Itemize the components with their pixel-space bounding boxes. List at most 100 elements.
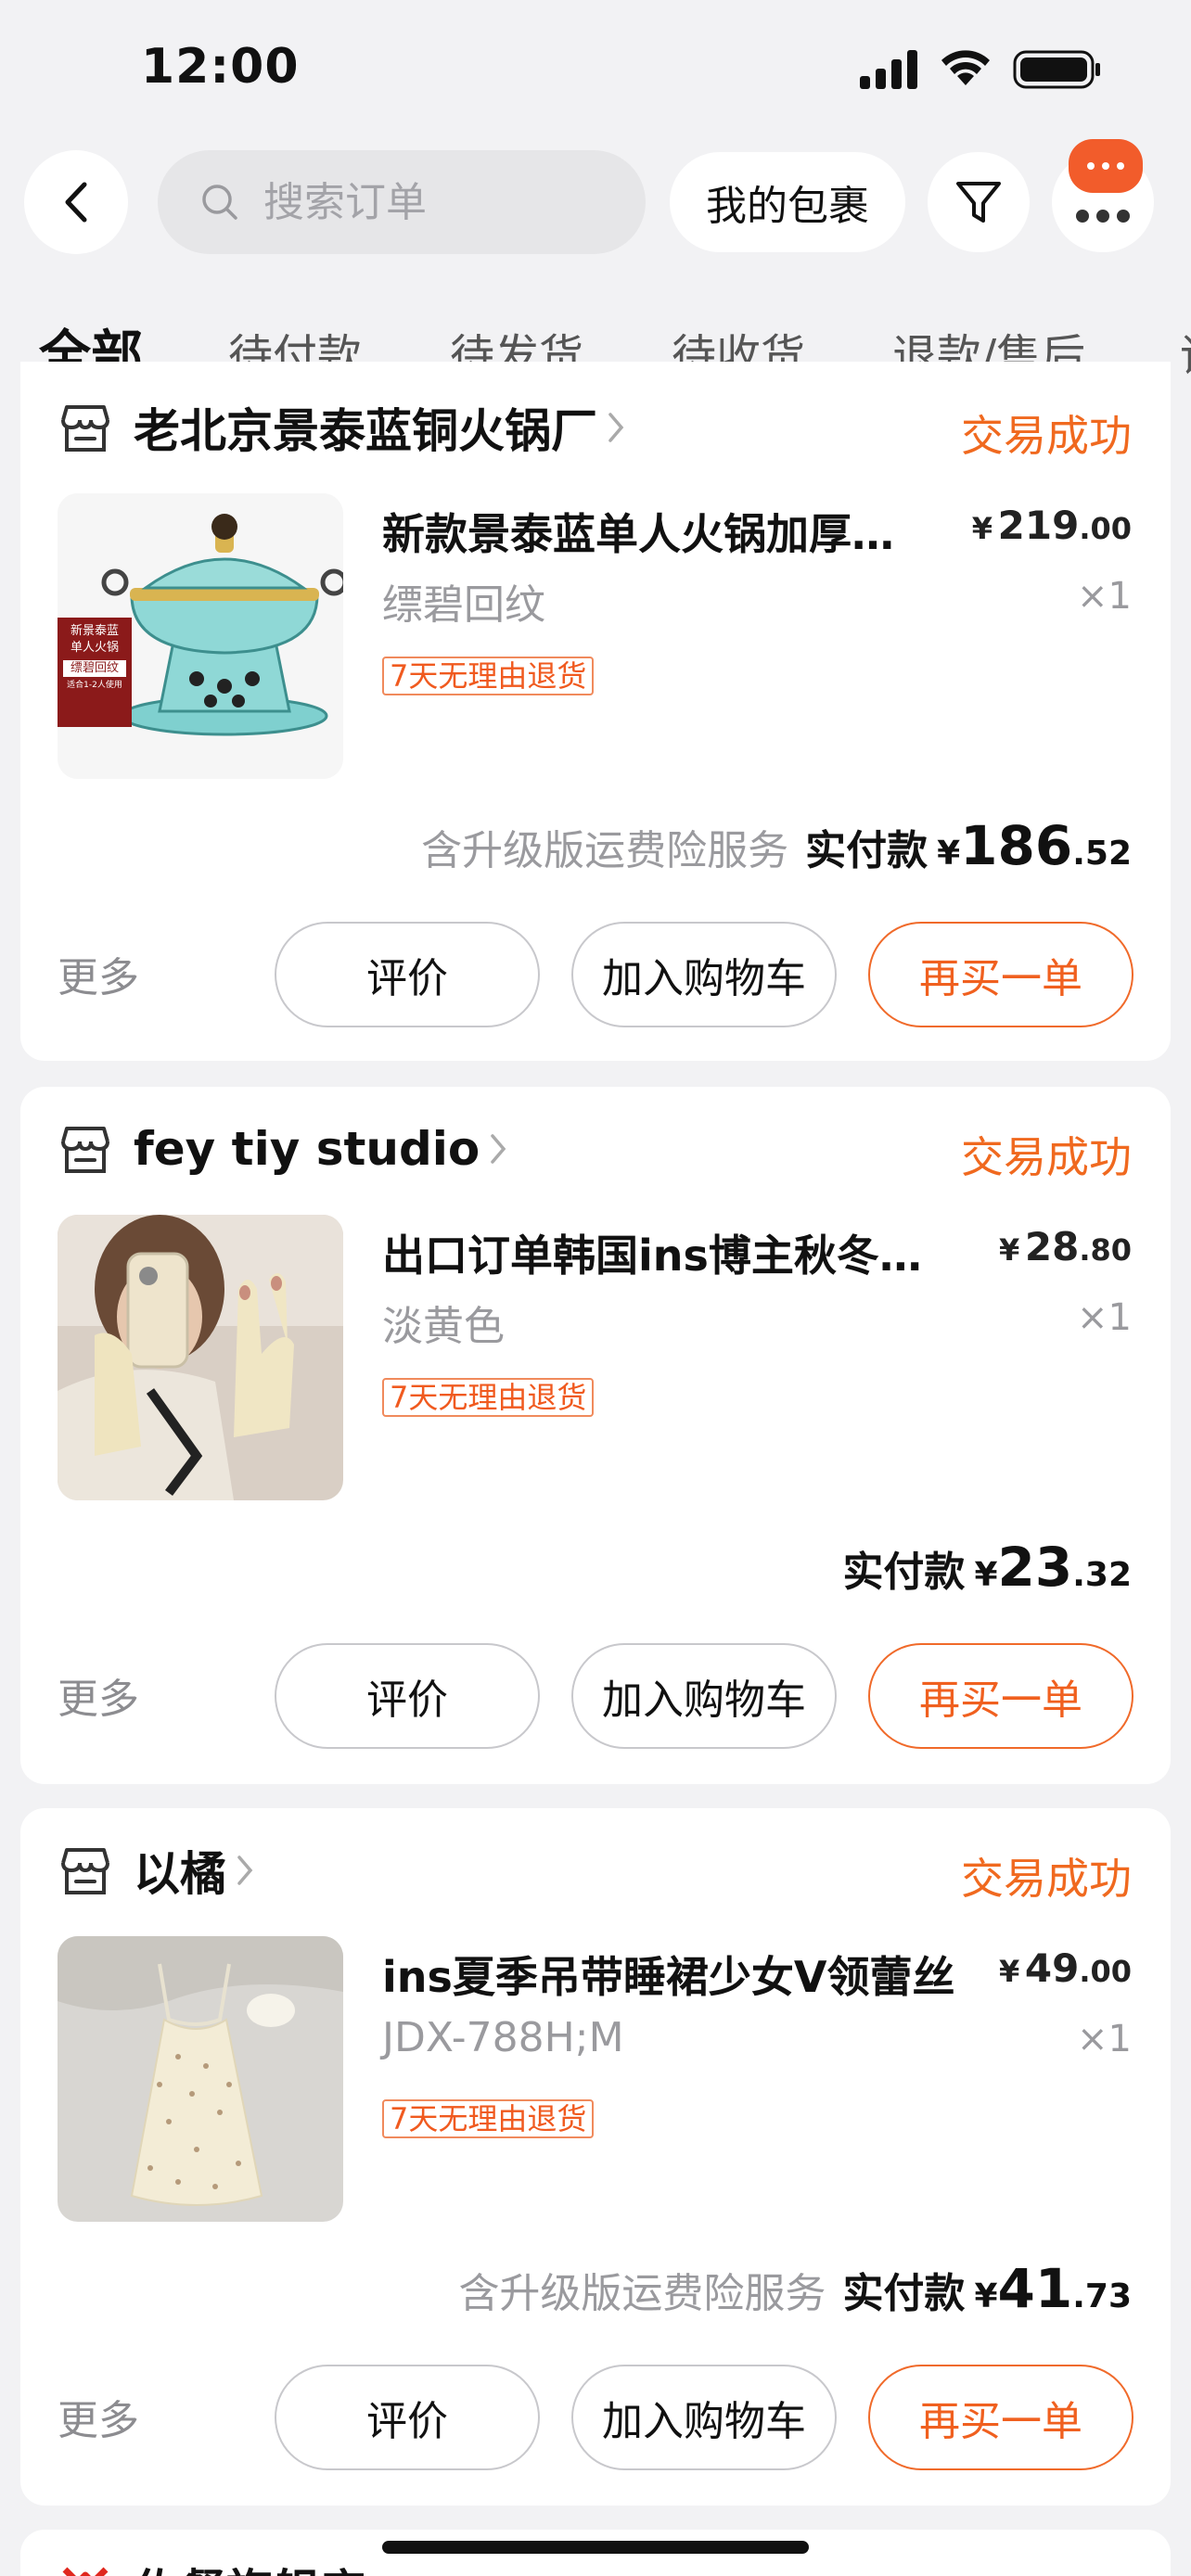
paid-label: 实付款 [805, 827, 928, 874]
paid-currency: ¥ [974, 1556, 998, 1594]
price-integer: 28 [1024, 1224, 1080, 1269]
order-status: 交易成功 [961, 411, 1132, 461]
shipping-insurance: 含升级版运费险服务 [421, 827, 789, 874]
order-card: 以橘 交易成功 ins夏季吊带睡裙少女V领蕾丝 ¥ 49.00 JDX-788H… [20, 1808, 1171, 2506]
more-link[interactable]: 更多 [58, 1665, 139, 1725]
shop-header[interactable]: 佐餐旗舰店 [58, 2556, 365, 2576]
shop-name: 老北京景泰蓝铜火锅厂 [134, 404, 597, 458]
buy-again-button[interactable]: 再买一单 [868, 922, 1133, 1027]
chevron-right-icon [491, 1134, 506, 1164]
paid-label: 实付款 [842, 2270, 966, 2317]
status-bar: 12:00 [0, 0, 1191, 139]
shop-icon [61, 1127, 109, 1173]
product-price: ¥ 49.00 [999, 1945, 1132, 1991]
paid-currency: ¥ [937, 835, 961, 873]
more-link[interactable]: 更多 [58, 944, 139, 1003]
product-price: ¥ 28.80 [999, 1224, 1132, 1269]
chevron-right-icon [237, 1855, 253, 1885]
tab-review[interactable]: 评价 [1180, 319, 1191, 384]
nightdress-photo [58, 1936, 343, 2222]
shop-name: 佐餐旗舰店 [134, 2555, 365, 2576]
status-time: 12:00 [141, 39, 300, 95]
back-button[interactable] [24, 150, 128, 254]
message-icon [1087, 162, 1124, 170]
search-input[interactable] [263, 178, 616, 226]
product-title[interactable]: 新款景泰蓝单人火锅加厚纯铜 [382, 501, 929, 562]
shop-icon [61, 1848, 109, 1894]
image-caption-line: 单人火锅 [70, 641, 119, 655]
price-decimal: .00 [1079, 1954, 1132, 1989]
add-to-cart-button[interactable]: 加入购物车 [571, 1643, 837, 1749]
buy-again-button[interactable]: 再买一单 [868, 1643, 1133, 1749]
paid-integer: 186 [960, 814, 1073, 877]
header-bar: 我的包裹 [0, 139, 1191, 260]
price-integer: 49 [1024, 1945, 1080, 1991]
paid-decimal: .32 [1072, 1556, 1132, 1594]
paid-label: 实付款 [842, 1549, 966, 1596]
add-to-cart-button[interactable]: 加入购物车 [571, 2365, 837, 2470]
product-spec: 淡黄色 [382, 1303, 505, 1350]
battery-icon [1013, 50, 1100, 89]
filter-button[interactable] [928, 152, 1030, 252]
return-policy-tag: 7天无理由退货 [382, 1378, 595, 1417]
review-button[interactable]: 评价 [275, 922, 540, 1027]
wifi-icon [941, 50, 990, 85]
price-integer: 219 [997, 503, 1080, 548]
tmall-icon [62, 2567, 109, 2576]
order-list-page: 12:00 搜索订单 我的包裹 全部 待付款 待发货 待收货 退款/售后 老北京… [0, 0, 1191, 2576]
price-currency: ¥ [999, 1232, 1020, 1268]
order-status: 交易成功 [961, 1854, 1132, 1904]
return-policy-tag: 7天无理由退货 [382, 657, 595, 695]
review-button[interactable]: 评价 [275, 2365, 540, 2470]
paid-decimal: .73 [1072, 2277, 1132, 2315]
back-icon [65, 182, 87, 223]
my-packages-button[interactable]: 我的包裹 [670, 152, 905, 252]
gloves-photo [58, 1215, 343, 1500]
signal-icon [860, 50, 917, 89]
message-badge[interactable] [1069, 139, 1143, 193]
image-caption: 新景泰蓝 单人火锅 缥碧回纹 适合1-2人使用 [61, 623, 128, 694]
more-dots-icon [1076, 210, 1130, 223]
product-spec: 缥碧回纹 [382, 581, 545, 629]
product-image[interactable] [58, 1936, 343, 2222]
more-link[interactable]: 更多 [58, 2387, 139, 2446]
search-bar[interactable] [158, 150, 646, 254]
image-caption-line: 适合1-2人使用 [67, 681, 122, 690]
product-image[interactable] [58, 1215, 343, 1500]
add-to-cart-button[interactable]: 加入购物车 [571, 922, 837, 1027]
price-currency: ¥ [971, 511, 993, 546]
shop-header[interactable]: fey tiy studio [58, 1116, 509, 1181]
filter-icon [956, 182, 1001, 223]
buy-again-button[interactable]: 再买一单 [868, 2365, 1133, 2470]
chevron-right-icon [608, 413, 624, 442]
payment-summary: 含升级版运费险服务 实付款 ¥ 41.73 [458, 2257, 1132, 2320]
price-currency: ¥ [999, 1954, 1020, 1989]
product-title[interactable]: ins夏季吊带睡裙少女V领蕾丝 [382, 1944, 957, 2005]
shop-header[interactable]: 老北京景泰蓝铜火锅厂 [58, 395, 627, 460]
product-spec: JDX-788H;M [382, 2014, 624, 2061]
image-caption-line: 新景泰蓝 [70, 624, 119, 638]
product-quantity: ×1 [1077, 1296, 1132, 1339]
paid-decimal: .52 [1072, 835, 1132, 873]
product-price: ¥ 219.00 [972, 503, 1132, 548]
review-button[interactable]: 评价 [275, 1643, 540, 1749]
return-policy-tag: 7天无理由退货 [382, 2099, 595, 2138]
image-caption-line: 缥碧回纹 [63, 660, 126, 677]
product-image[interactable]: 新景泰蓝 单人火锅 缥碧回纹 适合1-2人使用 [58, 493, 343, 779]
order-card: 老北京景泰蓝铜火锅厂 交易成功 新景泰蓝 单人火锅 缥碧回纹 适合1-2人使用 … [20, 362, 1171, 1061]
product-quantity: ×1 [1077, 575, 1132, 618]
shop-name: 以橘 [134, 1847, 226, 1901]
home-indicator [382, 2541, 809, 2554]
price-decimal: .00 [1079, 511, 1132, 546]
payment-summary: 含升级版运费险服务 实付款 ¥ 186.52 [421, 814, 1132, 877]
paid-currency: ¥ [974, 2277, 998, 2315]
product-quantity: ×1 [1077, 2018, 1132, 2060]
paid-integer: 41 [997, 2257, 1073, 2320]
paid-integer: 23 [997, 1536, 1073, 1599]
shop-header[interactable]: 以橘 [58, 1838, 256, 1903]
payment-summary: 实付款 ¥ 23.32 [842, 1536, 1132, 1599]
price-decimal: .80 [1079, 1232, 1132, 1268]
search-icon [202, 185, 237, 220]
shop-icon [61, 405, 109, 452]
product-title[interactable]: 出口订单韩国ins博主秋冬针织手套 [382, 1222, 948, 1283]
